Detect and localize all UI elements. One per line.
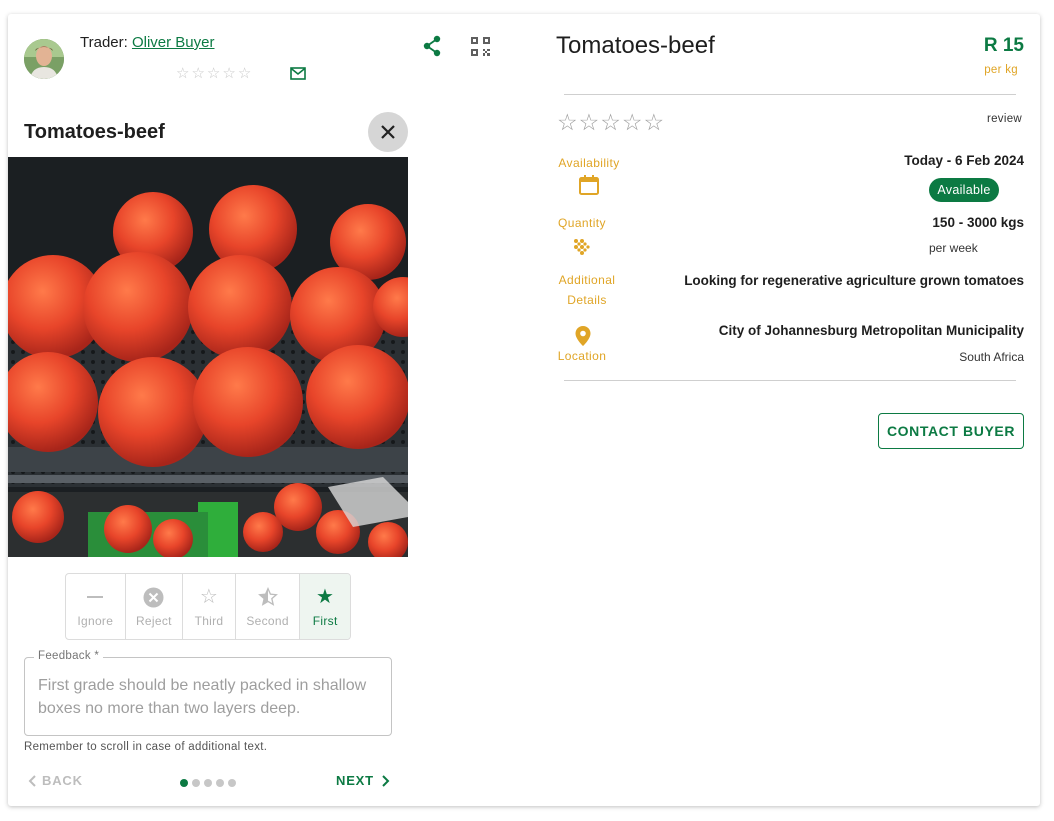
location-country: South Africa <box>959 350 1024 364</box>
grade-label: First <box>312 614 338 628</box>
quantity-label: Quantity <box>558 216 606 230</box>
grade-second-button[interactable]: Second <box>236 574 301 639</box>
email-icon[interactable] <box>289 65 307 81</box>
location-label: Location <box>557 349 607 363</box>
availability-value: Today - 6 Feb 2024 <box>904 153 1024 168</box>
location-value: City of Johannesburg Metropolitan Munici… <box>718 323 1024 338</box>
page-dot[interactable] <box>216 779 224 787</box>
divider <box>564 94 1016 95</box>
dots-grid-icon <box>573 238 591 261</box>
star-outline-icon: ☆ <box>191 65 205 82</box>
grade-third-button[interactable]: ☆ Third <box>183 574 236 639</box>
avatar[interactable] <box>24 39 64 79</box>
feedback-placeholder: First grade should be neatly packed in s… <box>38 677 367 717</box>
additional-label-line1: Additional <box>558 273 616 287</box>
star-outline-icon[interactable]: ☆ <box>622 109 643 136</box>
star-outline-icon: ☆ <box>222 65 236 82</box>
grade-label: Third <box>194 614 224 628</box>
star-half-icon <box>257 585 278 609</box>
trader-rating: ☆ ☆ ☆ ☆ ☆ <box>176 64 251 82</box>
quantity-value: 150 - 3000 kgs <box>932 215 1024 230</box>
page-dot[interactable] <box>204 779 212 787</box>
back-button[interactable]: BACK <box>28 773 83 788</box>
status-badge: Available <box>929 178 999 202</box>
additional-details-value: Looking for regenerative agriculture gro… <box>684 273 1024 288</box>
calendar-icon <box>578 174 600 201</box>
qr-code-icon[interactable] <box>468 34 492 58</box>
back-label: BACK <box>42 773 83 788</box>
chevron-left-icon <box>28 774 36 787</box>
grade-label: Reject <box>135 614 172 628</box>
page-dot[interactable] <box>192 779 200 787</box>
product-rating[interactable]: ☆ ☆ ☆ ☆ ☆ <box>557 109 664 136</box>
feedback-field[interactable]: First grade should be neatly packed in s… <box>24 657 392 736</box>
feedback-label: Feedback * <box>34 650 104 662</box>
star-outline-icon[interactable]: ☆ <box>579 109 600 136</box>
grade-reject-button[interactable]: Reject <box>126 574 184 639</box>
trader-line: Trader: Oliver Buyer <box>80 34 215 51</box>
page-dot-active[interactable] <box>180 779 188 787</box>
left-product-title: Tomatoes-beef <box>24 121 165 143</box>
grade-selector: Ignore Reject ☆ Third Second ★ First <box>65 573 351 640</box>
grade-label: Ignore <box>77 614 114 628</box>
grade-first-button[interactable]: ★ First <box>300 574 350 639</box>
scroll-hint: Remember to scroll in case of additional… <box>24 741 268 753</box>
product-title: Tomatoes-beef <box>556 32 715 59</box>
star-outline-icon: ☆ <box>176 65 190 82</box>
next-button[interactable]: NEXT <box>336 773 390 788</box>
star-outline-icon[interactable]: ☆ <box>600 109 621 136</box>
star-outline-icon: ☆ <box>199 586 219 608</box>
product-card: Trader: Oliver Buyer ☆ ☆ ☆ ☆ ☆ Tomatoes-… <box>8 14 1040 806</box>
price-unit: per kg <box>984 64 1018 76</box>
contact-buyer-button[interactable]: CONTACT BUYER <box>878 413 1024 449</box>
additional-label-line2: Details <box>567 293 607 307</box>
grade-label: Second <box>246 614 289 628</box>
trader-prefix: Trader: <box>80 34 128 51</box>
star-filled-icon: ★ <box>316 586 335 608</box>
trader-name-link[interactable]: Oliver Buyer <box>132 34 215 51</box>
reject-circle-icon <box>143 585 164 609</box>
page-indicator <box>180 779 236 787</box>
availability-label: Availability <box>558 156 620 170</box>
share-icon[interactable] <box>420 34 444 58</box>
chevron-right-icon <box>382 774 390 787</box>
close-button[interactable] <box>368 112 408 152</box>
page-dot[interactable] <box>228 779 236 787</box>
minus-icon <box>87 585 104 609</box>
star-outline-icon[interactable]: ☆ <box>644 109 665 136</box>
close-icon <box>381 125 395 139</box>
product-image <box>8 157 408 557</box>
grade-ignore-button[interactable]: Ignore <box>66 574 126 639</box>
price: R 15 <box>983 35 1024 56</box>
quantity-unit: per week <box>929 241 978 255</box>
review-link[interactable]: review <box>987 113 1022 125</box>
additional-details-label: Additional Details <box>547 270 627 310</box>
next-label: NEXT <box>336 773 374 788</box>
star-outline-icon[interactable]: ☆ <box>557 109 578 136</box>
divider <box>564 380 1016 381</box>
star-outline-icon: ☆ <box>206 65 221 82</box>
star-outline-icon: ☆ <box>237 65 252 82</box>
